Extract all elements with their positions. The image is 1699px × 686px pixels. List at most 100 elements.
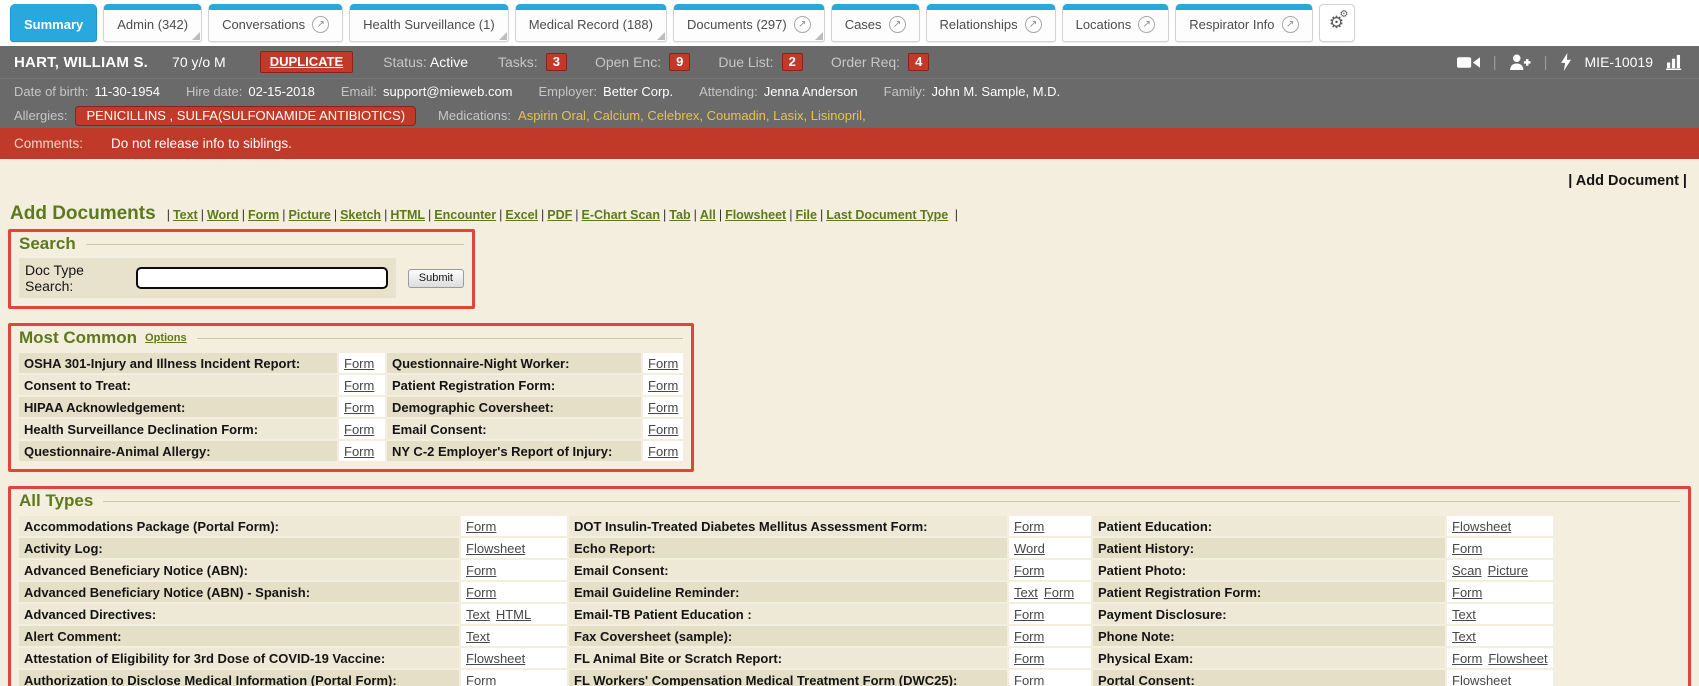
video-camera-icon[interactable] — [1457, 55, 1480, 70]
table-row: Authorization to Disclose Medical Inform… — [19, 670, 1680, 686]
popout-arrow-icon[interactable]: ↗ — [794, 16, 811, 33]
doc-action-link[interactable]: Picture — [1488, 563, 1528, 578]
doc-action-link[interactable]: Flowsheet — [466, 541, 525, 556]
tab-relationships[interactable]: Relationships ↗ — [926, 4, 1056, 42]
doc-action-link[interactable]: Form — [1014, 673, 1044, 686]
doc-type-quick-link[interactable]: Picture — [279, 208, 331, 222]
doc-type-quick-link[interactable]: Encounter — [425, 208, 496, 222]
doc-type-quick-link[interactable]: Word — [198, 208, 239, 222]
medication-link[interactable]: Calcium — [593, 108, 647, 123]
doc-action-link[interactable]: Scan — [1452, 563, 1482, 578]
doc-action-link[interactable]: Form — [648, 356, 678, 371]
popout-arrow-icon[interactable]: ↗ — [1138, 16, 1155, 33]
tab-locations[interactable]: Locations ↗ — [1062, 4, 1170, 42]
stat-count-badge[interactable]: 4 — [908, 53, 929, 71]
medication-link[interactable]: Lisinopril — [811, 108, 870, 123]
doc-type-links-cell: Form Flowsheet — [1447, 648, 1553, 668]
doc-type-quick-link[interactable]: PDF — [538, 208, 572, 222]
tab-documents[interactable]: Documents (297) ↗ — [673, 4, 825, 42]
popout-arrow-icon[interactable]: ↗ — [312, 16, 329, 33]
doc-action-link[interactable]: HTML — [496, 607, 531, 622]
add-documents-header: Add Documents TextWordFormPictureSketchH… — [10, 203, 1691, 225]
doc-action-link[interactable]: Form — [1014, 563, 1044, 578]
doc-action-link[interactable]: Form — [344, 400, 374, 415]
medication-link[interactable]: Coumadin — [707, 108, 774, 123]
lightning-bolt-icon[interactable] — [1561, 53, 1572, 71]
medication-link[interactable]: Aspirin Oral — [518, 108, 593, 123]
doc-type-quick-link[interactable]: Excel — [496, 208, 538, 222]
medication-link[interactable]: Celebrex — [647, 108, 706, 123]
add-person-icon[interactable] — [1510, 54, 1531, 71]
add-document-link[interactable]: Add Document — [1576, 173, 1679, 189]
tab-summary[interactable]: Summary ↗ — [10, 4, 97, 42]
doc-action-link[interactable]: Form — [648, 444, 678, 459]
patient-age-sex: 70 y/o M — [172, 54, 226, 70]
stat-count-badge[interactable]: 3 — [546, 53, 567, 71]
doc-action-link[interactable]: Form — [648, 378, 678, 393]
doc-action-link[interactable]: Form — [1044, 585, 1074, 600]
doc-type-quick-link[interactable]: Sketch — [331, 208, 381, 222]
doc-type-quick-link[interactable]: HTML — [381, 208, 425, 222]
bar-chart-icon[interactable] — [1666, 54, 1685, 70]
doc-action-link[interactable]: Text — [1452, 607, 1476, 622]
doc-action-link[interactable]: Form — [1014, 651, 1044, 666]
doc-action-link[interactable]: Form — [466, 519, 496, 534]
info-label: Hire date: — [186, 84, 242, 99]
table-row: Consent to Treat: Form Patient Registrat… — [19, 375, 683, 395]
doc-type-quick-link[interactable]: Form — [239, 208, 280, 222]
doc-action-link[interactable]: Flowsheet — [1488, 651, 1547, 666]
doc-action-link[interactable]: Form — [344, 422, 374, 437]
allergies-badge[interactable]: PENICILLINS , SULFA(SULFONAMIDE ANTIBIOT… — [75, 106, 416, 126]
doc-type-quick-link[interactable]: Last Document Type — [817, 208, 948, 222]
popout-arrow-icon[interactable]: ↗ — [1282, 16, 1299, 33]
settings-gear-button[interactable]: ⚙⚙ — [1319, 4, 1355, 42]
doc-action-link[interactable]: Form — [648, 400, 678, 415]
doc-type-quick-link[interactable]: All — [691, 208, 716, 222]
doc-action-link[interactable]: Form — [1452, 541, 1482, 556]
doc-action-link[interactable]: Text — [1014, 585, 1038, 600]
doc-action-link[interactable]: Flowsheet — [1452, 673, 1511, 686]
doc-action-link[interactable]: Form — [344, 356, 374, 371]
doc-type-quick-link[interactable]: File — [786, 208, 817, 222]
chart-id: MIE-10019 — [1585, 54, 1653, 70]
stat-count-badge[interactable]: 2 — [782, 53, 803, 71]
doc-type-quick-link[interactable]: Text — [164, 208, 198, 222]
doc-type-label: Portal Consent: — [1093, 670, 1445, 686]
doc-action-link[interactable]: Form — [466, 585, 496, 600]
tab-respirator-info[interactable]: Respirator Info ↗ — [1175, 4, 1312, 42]
doc-action-link[interactable]: Form — [344, 444, 374, 459]
doc-action-link[interactable]: Text — [1452, 629, 1476, 644]
doc-action-link[interactable]: Text — [466, 629, 490, 644]
doc-action-link[interactable]: Form — [466, 563, 496, 578]
popout-arrow-icon[interactable]: ↗ — [1025, 16, 1042, 33]
medication-link[interactable]: Lasix — [773, 108, 811, 123]
doc-action-link[interactable]: Flowsheet — [466, 651, 525, 666]
tab-admin[interactable]: Admin (342) ↗ — [103, 4, 202, 42]
doc-action-link[interactable]: Form — [344, 378, 374, 393]
doc-action-link[interactable]: Flowsheet — [1452, 519, 1511, 534]
doc-action-link[interactable]: Form — [1452, 651, 1482, 666]
popout-arrow-icon[interactable]: ↗ — [889, 16, 906, 33]
doc-action-link[interactable]: Word — [1014, 541, 1045, 556]
doc-action-link[interactable]: Text — [466, 607, 490, 622]
doc-type-search-input[interactable] — [136, 267, 387, 289]
doc-type-quick-link[interactable]: Tab — [660, 208, 691, 222]
submit-button[interactable]: Submit — [408, 269, 464, 288]
tab-conversations[interactable]: Conversations ↗ — [208, 4, 343, 42]
doc-action-link[interactable]: Form — [1014, 629, 1044, 644]
stat-count-badge[interactable]: 9 — [669, 53, 690, 71]
doc-type-label: Authorization to Disclose Medical Inform… — [19, 670, 459, 686]
tab-cases[interactable]: Cases ↗ — [831, 4, 920, 42]
duplicate-badge[interactable]: DUPLICATE — [260, 51, 353, 73]
options-link[interactable]: Options — [145, 332, 187, 344]
doc-type-quick-link[interactable]: E-Chart Scan — [572, 208, 660, 222]
doc-type-quick-link[interactable]: Flowsheet — [716, 208, 786, 222]
tab-health-surveillance[interactable]: Health Surveillance (1) ↗ — [349, 4, 509, 42]
doc-action-link[interactable]: Form — [648, 422, 678, 437]
tab-medical-record[interactable]: Medical Record (188) ↗ — [515, 4, 667, 42]
doc-action-link[interactable]: Form — [1014, 607, 1044, 622]
doc-action-link[interactable]: Form — [1014, 519, 1044, 534]
search-panel: Search Doc Type Search: Submit — [8, 229, 475, 309]
doc-action-link[interactable]: Form — [466, 673, 496, 686]
doc-action-link[interactable]: Form — [1452, 585, 1482, 600]
